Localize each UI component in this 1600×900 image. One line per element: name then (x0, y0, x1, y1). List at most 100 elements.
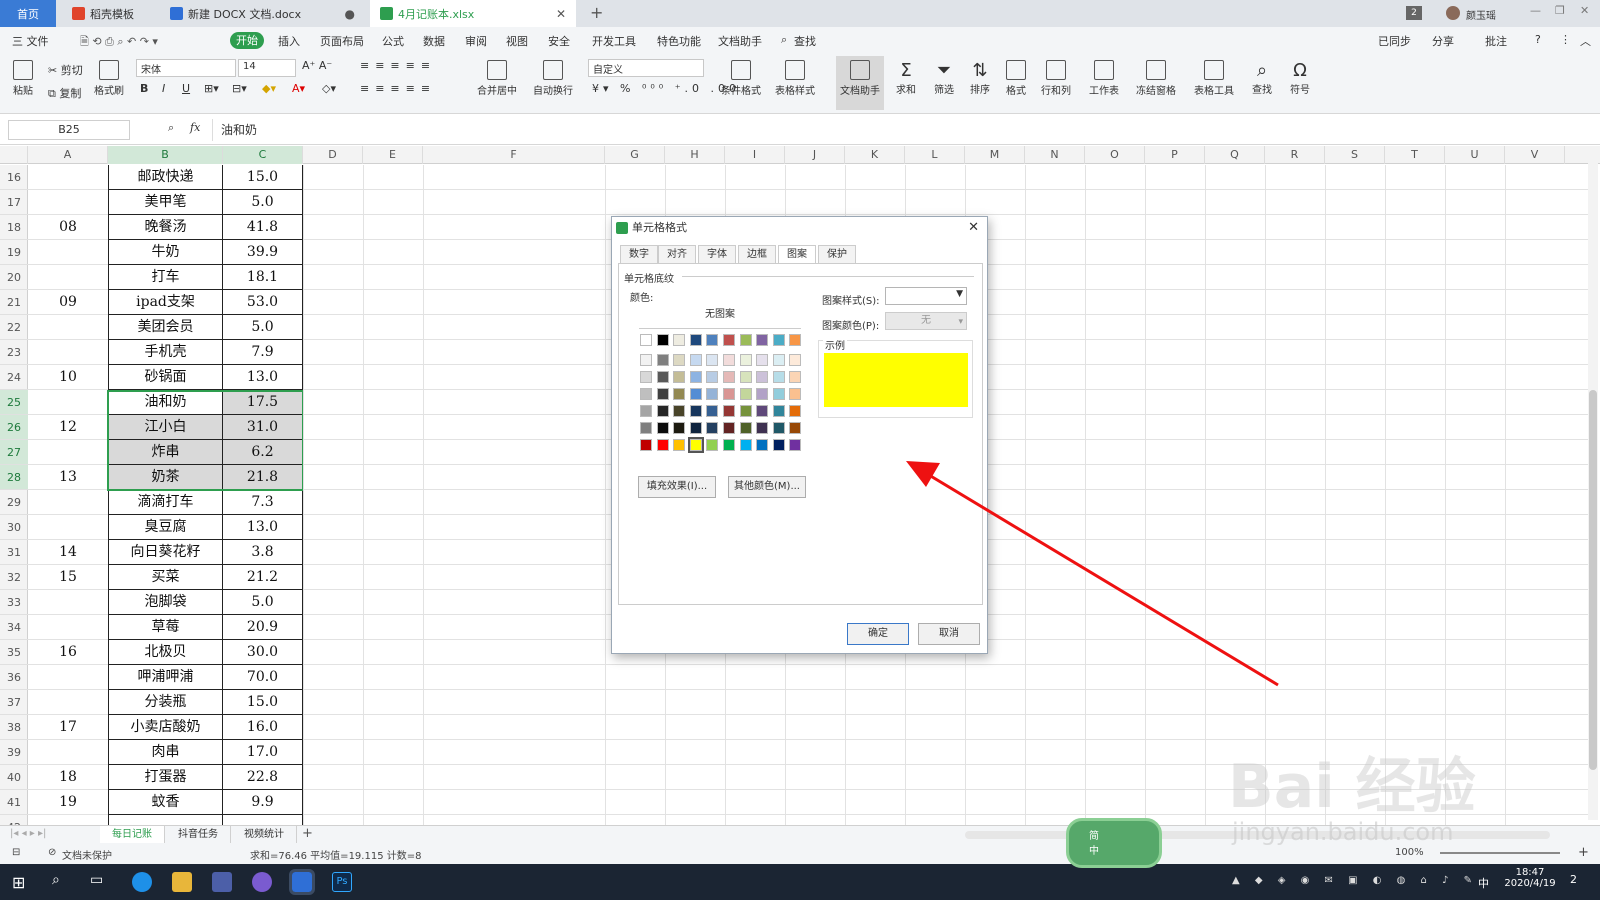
row-header[interactable]: 27 (0, 440, 28, 465)
cut-button[interactable]: ✂ 剪切 (48, 62, 83, 78)
formula-input[interactable]: 油和奶 (212, 119, 1598, 141)
file-menu[interactable]: 三 文件 (12, 33, 49, 49)
cell-c[interactable]: 16.0 (223, 715, 303, 740)
row-header[interactable]: 17 (0, 190, 28, 215)
column-header-u[interactable]: U (1445, 146, 1505, 164)
column-header-i[interactable]: I (725, 146, 785, 164)
filter-button[interactable]: ⏷ 筛选 (928, 60, 960, 96)
cell-c[interactable]: 6.2 (223, 440, 303, 465)
row-header[interactable]: 22 (0, 315, 28, 340)
fx-icon[interactable]: fx (190, 121, 200, 134)
sheet-tab-daily[interactable]: 每日记账 (100, 826, 165, 844)
row-header[interactable]: 33 (0, 590, 28, 615)
cell-a[interactable]: 14 (28, 540, 108, 565)
color-swatch[interactable] (640, 422, 652, 434)
menu-data[interactable]: 数据 (423, 33, 445, 49)
menu-view[interactable]: 视图 (506, 33, 528, 49)
bold-icon[interactable]: B (140, 82, 148, 95)
color-swatch[interactable] (689, 405, 702, 417)
color-swatch[interactable] (772, 371, 785, 383)
cell-b[interactable]: 蚊香 (108, 790, 223, 815)
add-sheet-icon[interactable]: + (302, 826, 313, 841)
merge-center-button[interactable]: 合并居中 (472, 60, 522, 97)
column-header-g[interactable]: G (605, 146, 665, 164)
sync-status[interactable]: 已同步 (1378, 33, 1411, 49)
menu-insert[interactable]: 插入 (278, 33, 300, 49)
cell-a[interactable]: 09 (28, 290, 108, 315)
color-swatch[interactable] (687, 437, 704, 453)
tab-xlsx[interactable]: 4月记账本.xlsx ✕ (370, 0, 576, 27)
cell-c[interactable]: 30.0 (223, 640, 303, 665)
color-swatch[interactable] (656, 422, 669, 434)
cell-b[interactable]: 草莓 (108, 615, 223, 640)
tab-border[interactable]: 边框 (738, 245, 776, 263)
cancel-button[interactable]: 取消 (918, 623, 980, 645)
border-icon[interactable]: ⊞▾ (204, 82, 219, 95)
color-swatch[interactable] (789, 439, 802, 451)
column-header-s[interactable]: S (1325, 146, 1385, 164)
color-swatch[interactable] (673, 354, 686, 366)
new-tab-icon[interactable]: + (590, 3, 603, 22)
row-header[interactable]: 20 (0, 265, 28, 290)
column-header-r[interactable]: R (1265, 146, 1325, 164)
color-swatch[interactable] (739, 354, 752, 366)
ime-floating-widget[interactable]: 简 中 (1066, 818, 1162, 868)
color-swatch[interactable] (739, 405, 752, 417)
cell-c[interactable]: 17.5 (223, 390, 303, 415)
cell-c[interactable]: 53.0 (223, 290, 303, 315)
color-swatch[interactable] (772, 405, 785, 417)
align-top-icons[interactable]: ≡≡≡≡≡ (360, 59, 436, 72)
color-swatch[interactable] (756, 439, 769, 451)
color-swatch[interactable] (640, 388, 652, 400)
photoshop-icon[interactable]: Ps (332, 872, 352, 892)
minimize-icon[interactable]: — (1530, 4, 1541, 17)
color-swatch[interactable] (640, 405, 652, 417)
color-swatch[interactable] (772, 334, 785, 346)
window-close-icon[interactable]: ✕ (1580, 4, 1589, 17)
conditional-format-button[interactable]: 条件格式 (716, 60, 766, 97)
menu-page-layout[interactable]: 页面布局 (320, 33, 364, 49)
color-swatch[interactable] (739, 388, 752, 400)
cell-a[interactable]: 19 (28, 790, 108, 815)
tab-pattern[interactable]: 图案 (778, 245, 816, 263)
align-horizontal-icons[interactable]: ≡≡≡≡≡ (360, 82, 436, 95)
cell-a[interactable]: 15 (28, 565, 108, 590)
ok-button[interactable]: 确定 (847, 623, 909, 645)
cell-c[interactable]: 21.2 (223, 565, 303, 590)
cell-a[interactable]: 17 (28, 715, 108, 740)
row-header[interactable]: 24 (0, 365, 28, 390)
color-swatch[interactable] (756, 371, 769, 383)
cell-c[interactable]: 5.0 (223, 590, 303, 615)
symbol-button[interactable]: Ω 符号 (1284, 60, 1316, 96)
row-header[interactable]: 35 (0, 640, 28, 665)
row-header[interactable]: 32 (0, 565, 28, 590)
cell-a[interactable] (28, 615, 108, 640)
tab-home[interactable]: 首页 (0, 0, 56, 27)
color-swatch[interactable] (673, 405, 686, 417)
color-swatch[interactable] (673, 439, 686, 451)
color-swatch[interactable] (789, 405, 802, 417)
cell-b[interactable]: 打蛋器 (108, 765, 223, 790)
close-icon[interactable]: ✕ (556, 7, 566, 21)
color-swatch[interactable] (772, 354, 785, 366)
color-swatch[interactable] (706, 405, 719, 417)
column-header-p[interactable]: P (1145, 146, 1205, 164)
cell-c[interactable]: 20.9 (223, 615, 303, 640)
color-swatch[interactable] (689, 422, 702, 434)
color-swatch[interactable] (772, 388, 785, 400)
tray-icons[interactable]: ▲ ◆ ◈ ◉ ✉ ▣ ◐ ◍ ⌂ ♪ ✎ (1232, 875, 1478, 886)
no-pattern-option[interactable]: 无图案 (639, 305, 801, 325)
file-explorer-icon[interactable] (172, 872, 192, 892)
tab-alignment[interactable]: 对齐 (658, 245, 696, 263)
color-swatch[interactable] (689, 371, 702, 383)
format-button[interactable]: 格式 (1000, 60, 1032, 97)
avatar[interactable] (1446, 6, 1460, 20)
cell-c[interactable]: 18.1 (223, 265, 303, 290)
font-color-icon[interactable]: A▾ (292, 82, 305, 95)
table-style-button[interactable]: 表格样式 (770, 60, 820, 97)
zoom-formula-icon[interactable]: ⌕ (168, 121, 174, 135)
clear-icon[interactable]: ◇▾ (322, 82, 336, 95)
windows-start-icon[interactable]: ⊞ (12, 873, 25, 892)
cell-b[interactable]: 晚餐汤 (108, 215, 223, 240)
cell-c[interactable]: 13.0 (223, 515, 303, 540)
